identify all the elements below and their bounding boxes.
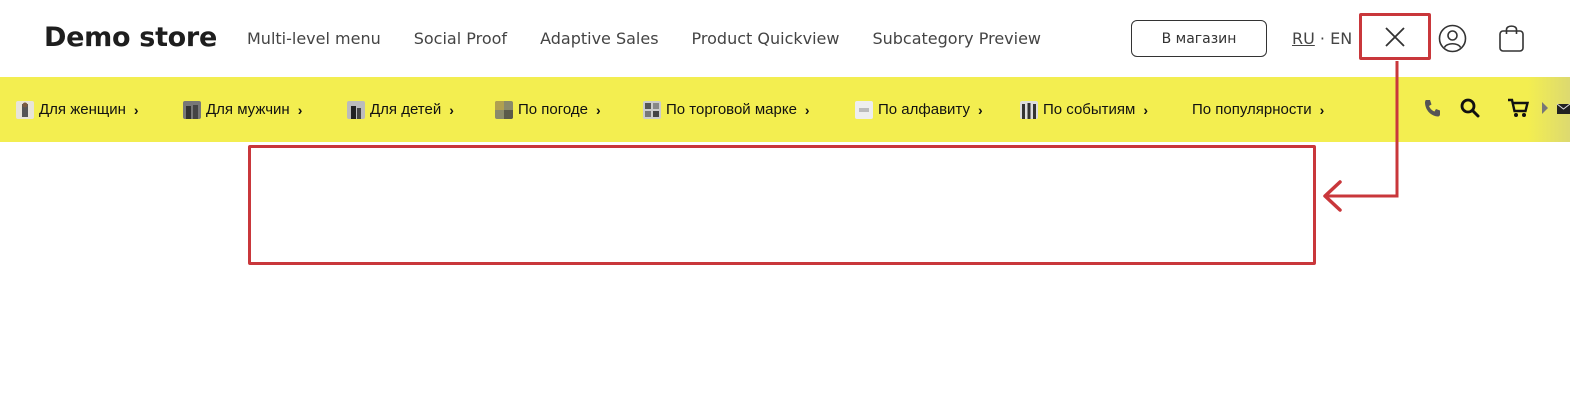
search-icon bbox=[1460, 98, 1480, 118]
close-icon bbox=[1385, 26, 1405, 47]
chevron-right-icon: › bbox=[596, 101, 601, 118]
nav-subcategory-preview[interactable]: Subcategory Preview bbox=[872, 29, 1041, 48]
chevron-right-icon: › bbox=[133, 101, 139, 118]
chevron-right-icon: › bbox=[449, 101, 454, 118]
category-label: По погоде bbox=[518, 101, 589, 118]
language-switcher: RU · EN bbox=[1292, 29, 1352, 48]
highlight-box bbox=[248, 145, 1316, 265]
nav-multi-level-menu[interactable]: Multi-level menu bbox=[247, 29, 381, 48]
search-button[interactable] bbox=[1460, 98, 1480, 123]
category-weather[interactable]: По погоде › bbox=[495, 77, 601, 142]
nav-adaptive-sales[interactable]: Adaptive Sales bbox=[540, 29, 658, 48]
category-label: По популярности bbox=[1192, 101, 1312, 118]
scroll-right-icon bbox=[1542, 102, 1548, 114]
category-women[interactable]: Для женщин › bbox=[16, 77, 139, 142]
category-label: Для детей bbox=[370, 101, 442, 118]
lang-separator: · bbox=[1319, 29, 1326, 48]
main-nav: Multi-level menu Social Proof Adaptive S… bbox=[247, 29, 1074, 48]
to-store-button[interactable]: В магазин bbox=[1131, 20, 1267, 57]
alphabet-thumb-icon bbox=[855, 100, 873, 119]
chevron-right-icon: › bbox=[804, 101, 810, 118]
cart-button[interactable] bbox=[1498, 23, 1525, 58]
store-logo[interactable]: Demo store bbox=[44, 22, 217, 53]
category-label: Для женщин bbox=[39, 101, 126, 118]
weather-thumb-icon bbox=[495, 100, 513, 119]
category-kids[interactable]: Для детей › bbox=[347, 77, 454, 142]
chevron-right-icon: › bbox=[1319, 101, 1325, 118]
nav-product-quickview[interactable]: Product Quickview bbox=[692, 29, 840, 48]
bag-icon bbox=[1499, 25, 1524, 52]
category-events[interactable]: По событиям › bbox=[1020, 77, 1148, 142]
category-brand[interactable]: По торговой марке › bbox=[643, 77, 810, 142]
nav-social-proof[interactable]: Social Proof bbox=[414, 29, 507, 48]
cart-bar-button[interactable] bbox=[1507, 98, 1530, 123]
cart-icon bbox=[1508, 98, 1530, 117]
chevron-right-icon: › bbox=[977, 101, 983, 118]
events-thumb-icon bbox=[1020, 100, 1038, 119]
category-label: По событиям bbox=[1043, 101, 1136, 118]
lang-en-link[interactable]: EN bbox=[1330, 29, 1352, 48]
category-label: По алфавиту bbox=[878, 101, 970, 118]
mail-button[interactable] bbox=[1556, 102, 1570, 120]
close-button[interactable] bbox=[1359, 13, 1431, 60]
scroll-right-button[interactable] bbox=[1541, 101, 1549, 120]
category-label: По торговой марке bbox=[666, 101, 797, 118]
mail-icon bbox=[1556, 103, 1570, 114]
women-thumb-icon bbox=[16, 100, 34, 119]
phone-button[interactable] bbox=[1423, 98, 1441, 123]
category-men[interactable]: Для мужчин › bbox=[183, 77, 302, 142]
account-button[interactable] bbox=[1438, 24, 1467, 58]
chevron-right-icon: › bbox=[1143, 101, 1149, 118]
category-popularity[interactable]: По популярности › bbox=[1192, 77, 1324, 142]
user-icon bbox=[1438, 24, 1467, 53]
brand-thumb-icon bbox=[643, 100, 661, 119]
phone-icon bbox=[1425, 100, 1440, 117]
lang-ru-link[interactable]: RU bbox=[1292, 29, 1315, 48]
category-bar: Для женщин › Для мужчин › Для детей › По… bbox=[0, 77, 1570, 142]
kids-thumb-icon bbox=[347, 100, 365, 119]
men-thumb-icon bbox=[183, 100, 201, 119]
category-label: Для мужчин bbox=[206, 101, 290, 118]
chevron-right-icon: › bbox=[297, 101, 303, 118]
header: Demo store Multi-level menu Social Proof… bbox=[0, 0, 1570, 77]
category-alphabet[interactable]: По алфавиту › bbox=[855, 77, 983, 142]
